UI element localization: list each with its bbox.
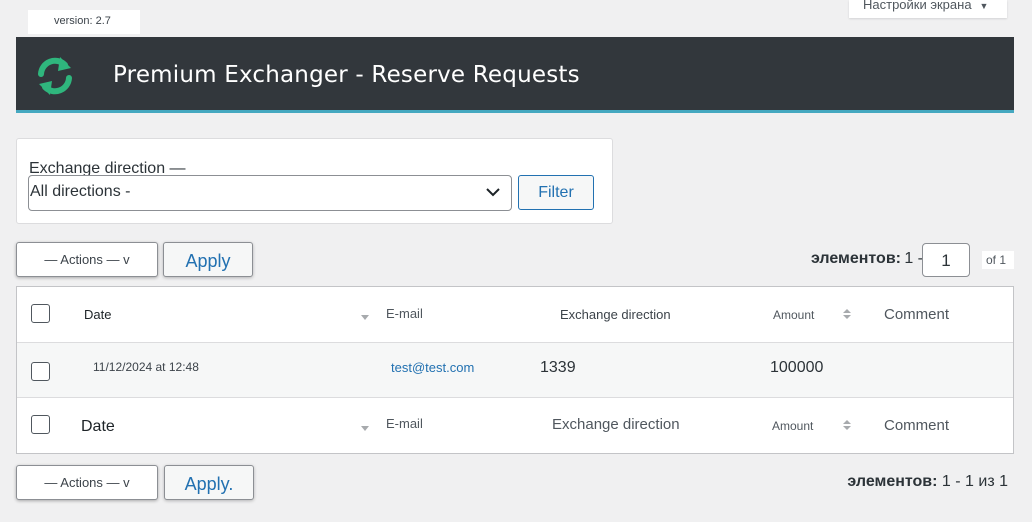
filter-button[interactable]: Filter: [518, 175, 594, 210]
sort-down-icon[interactable]: [360, 422, 370, 434]
row-exchange-direction: 1339: [540, 359, 576, 376]
page-header-banner: Premium Exchanger - Reserve Requests: [16, 37, 1014, 113]
exchange-direction-select[interactable]: All directions -: [28, 175, 512, 211]
current-page-input[interactable]: 1: [922, 243, 970, 277]
exchange-arrows-icon: [38, 57, 72, 95]
footer-column-email: E-mail: [386, 416, 423, 431]
total-pages: of 1: [982, 251, 1014, 269]
apply-button-bottom[interactable]: Apply.: [164, 465, 254, 500]
column-comment: Comment: [884, 306, 950, 323]
table-row: 11/12/2024 at 12:48 test@test.com 1339 1…: [17, 343, 1013, 398]
items-range: 1 -: [904, 250, 923, 267]
screen-options-button[interactable]: Настройки экрана ▼: [849, 0, 1007, 18]
reserve-requests-table: Date E-mail Exchange direction Amount Co…: [16, 286, 1014, 454]
page-title: Premium Exchanger - Reserve Requests: [113, 62, 580, 88]
footer-column-comment: Comment: [884, 417, 950, 434]
column-amount[interactable]: Amount: [773, 308, 814, 322]
sort-down-icon[interactable]: [360, 311, 370, 323]
table-footer-row: Date E-mail Exchange direction Amount Co…: [17, 398, 1013, 453]
footer-column-amount[interactable]: Amount: [772, 419, 813, 433]
exchange-direction-selected: All directions -: [30, 183, 131, 200]
triangle-down-icon: ▼: [979, 1, 989, 11]
items-count-label-bottom: элементов:: [847, 473, 938, 490]
apply-button-top[interactable]: Apply: [163, 242, 253, 277]
row-date: 11/12/2024 at 12:48: [93, 360, 199, 374]
bulk-actions-select-top[interactable]: — Actions — v: [16, 242, 158, 277]
sort-updown-icon[interactable]: [842, 308, 852, 320]
footer-column-date[interactable]: Date: [81, 418, 115, 436]
row-amount: 100000: [770, 359, 824, 376]
screen-options-label: Настройки экрана: [863, 0, 972, 12]
row-email-link[interactable]: test@test.com: [391, 360, 474, 375]
version-label: version: 2.7: [28, 10, 140, 34]
bulk-actions-select-bottom[interactable]: — Actions — v: [16, 465, 158, 500]
sort-updown-icon[interactable]: [842, 419, 852, 431]
pagination-top: элементов: 1 - 1 of 1: [794, 243, 1014, 277]
select-all-checkbox-bottom[interactable]: [31, 415, 50, 434]
column-email: E-mail: [386, 306, 423, 321]
footer-column-exchange-direction: Exchange direction: [552, 416, 680, 433]
row-checkbox[interactable]: [31, 362, 50, 381]
chevron-down-icon: [486, 188, 500, 197]
select-all-checkbox[interactable]: [31, 304, 50, 323]
column-date[interactable]: Date: [84, 307, 111, 322]
column-exchange-direction: Exchange direction: [560, 307, 671, 322]
filter-panel: Exchange direction — All directions - Fi…: [16, 138, 613, 224]
items-count-label: элементов:: [810, 250, 901, 267]
pagination-bottom: элементов: 1 - 1 из 1: [847, 473, 1008, 491]
table-header-row: Date E-mail Exchange direction Amount Co…: [17, 287, 1013, 343]
items-range-bottom: 1 - 1 из 1: [941, 473, 1008, 490]
